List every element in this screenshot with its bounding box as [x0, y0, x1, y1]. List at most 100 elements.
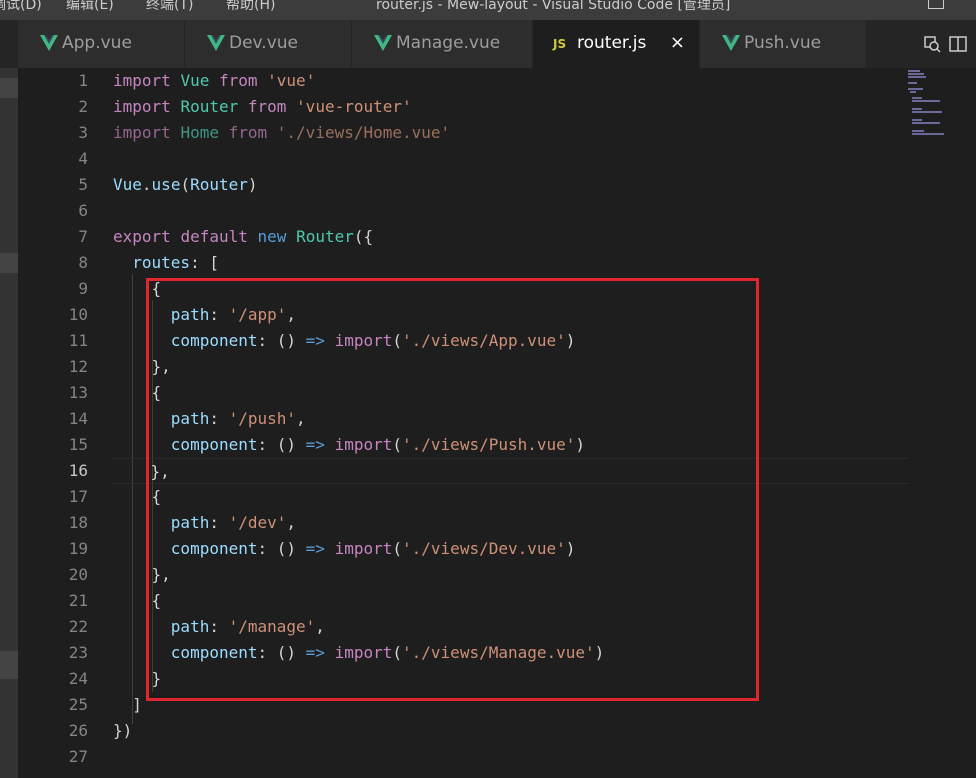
vue-icon — [40, 35, 58, 51]
line-number: 9 — [78, 279, 88, 298]
menu-terminal[interactable]: 终端(T) — [146, 0, 193, 14]
line-number: 12 — [68, 357, 88, 376]
line-number: 22 — [68, 617, 88, 636]
code-token: 'vue-router' — [296, 97, 412, 116]
line-number: 18 — [68, 513, 88, 532]
restore-window-icon[interactable] — [928, 0, 944, 9]
line-number: 13 — [68, 383, 88, 402]
code-token: 'vue' — [267, 71, 316, 90]
code-token: : [ — [190, 253, 219, 272]
line-number: 14 — [68, 409, 88, 428]
code-token: . — [141, 175, 152, 194]
close-icon[interactable]: × — [670, 32, 685, 53]
menu-debug[interactable]: 调试(D) — [0, 0, 42, 14]
code-token: Vue — [180, 71, 210, 90]
code-line[interactable]: Vue.use(Router) — [113, 172, 258, 198]
code-token: use — [151, 175, 181, 194]
line-number: 7 — [78, 227, 88, 246]
tab-label: router.js — [577, 33, 647, 53]
activity-bar — [0, 68, 18, 778]
line-number: 26 — [68, 721, 88, 740]
tab-label: Dev.vue — [229, 33, 298, 53]
code-line[interactable]: import Vue from 'vue' — [113, 68, 315, 94]
line-number: 25 — [68, 695, 88, 714]
code-token: ( — [180, 175, 191, 194]
tab-router-js[interactable]: JS router.js × — [533, 20, 700, 68]
code-editor[interactable]: 1 2 3 4 5 6 7 8 9 10 11 12 13 14 15 16 17 18 19 20 21 22 23 24 2… — [18, 68, 976, 778]
code-token: './views/Home.vue' — [276, 123, 451, 142]
code-token: routes — [132, 253, 191, 272]
code-line[interactable]: import Home from './views/Home.vue' — [113, 120, 450, 146]
line-number: 24 — [68, 669, 88, 688]
js-icon: JS — [553, 37, 567, 51]
menu-edit[interactable]: 编辑(E) — [66, 0, 114, 14]
code-token: from — [228, 123, 268, 142]
line-number: 15 — [68, 435, 88, 454]
vue-icon — [374, 35, 392, 51]
code-line[interactable]: ] — [113, 692, 142, 718]
line-number: 19 — [68, 539, 88, 558]
line-number: 1 — [78, 71, 88, 90]
code-token: ] — [113, 695, 142, 714]
code-token: import — [113, 71, 171, 90]
minimap[interactable] — [908, 68, 976, 148]
code-token: Router — [190, 175, 248, 194]
code-token: import — [113, 123, 171, 142]
tab-push-vue[interactable]: Push.vue — [700, 20, 867, 68]
code-token: Router — [180, 97, 239, 116]
window-title: router.js - Mew-layout - Visual Studio C… — [376, 0, 731, 13]
code-token: }) — [113, 721, 133, 740]
tab-label: Manage.vue — [396, 33, 501, 53]
code-line[interactable]: import Router from 'vue-router' — [113, 94, 412, 120]
code-token: export — [113, 227, 171, 246]
activity-item[interactable] — [0, 651, 18, 679]
code-token: Vue — [113, 175, 142, 194]
line-number: 20 — [68, 565, 88, 584]
line-number: 23 — [68, 643, 88, 662]
line-number: 4 — [78, 149, 88, 168]
tab-app-vue[interactable]: App.vue — [18, 20, 185, 68]
code-line[interactable]: }) — [113, 718, 132, 744]
code-token: Router — [296, 227, 354, 246]
line-number-gutter: 1 2 3 4 5 6 7 8 9 10 11 12 13 14 15 16 17 18 19 20 21 22 23 24 2… — [18, 68, 88, 778]
line-number: 21 — [68, 591, 88, 610]
line-number: 11 — [68, 331, 88, 350]
tab-manage-vue[interactable]: Manage.vue — [352, 20, 533, 68]
line-number: 5 — [78, 175, 88, 194]
highlight-box — [146, 278, 759, 701]
code-token: ({ — [353, 227, 374, 246]
line-number: 16 — [68, 461, 88, 480]
code-token: ) — [247, 175, 258, 194]
code-line[interactable]: routes: [ — [113, 250, 219, 276]
activity-item[interactable] — [0, 253, 18, 273]
split-editor-icon[interactable] — [948, 34, 968, 54]
line-number: 10 — [68, 305, 88, 324]
line-number: 6 — [78, 201, 88, 220]
tab-label: App.vue — [62, 33, 132, 53]
open-changes-icon[interactable] — [922, 34, 942, 54]
title-bar: 调试(D) 编辑(E) 终端(T) 帮助(H) router.js - Mew-… — [0, 0, 976, 20]
menu-help[interactable]: 帮助(H) — [226, 0, 275, 14]
code-line[interactable]: export default new Router({ — [113, 224, 373, 250]
vue-icon — [722, 35, 740, 51]
code-token: Home — [180, 123, 219, 142]
code-token: import — [113, 97, 171, 116]
tab-dev-vue[interactable]: Dev.vue — [185, 20, 352, 68]
code-token: from — [218, 71, 258, 90]
editor-actions — [896, 20, 976, 68]
activity-item[interactable] — [0, 78, 18, 98]
code-token: default — [180, 227, 248, 246]
code-token: new — [257, 227, 287, 246]
